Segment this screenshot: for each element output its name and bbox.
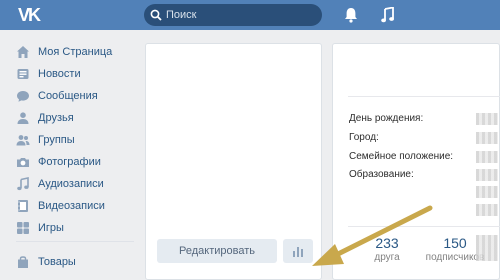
blurred-value	[476, 204, 498, 216]
sidebar-item-my-page[interactable]: Моя Страница	[16, 44, 136, 60]
sidebar-item-label: Аудиозаписи	[38, 178, 104, 190]
camera-icon	[17, 158, 29, 167]
info-label-birthday: День рождения:	[349, 113, 424, 124]
blurred-value	[476, 169, 498, 181]
home-icon	[17, 46, 29, 58]
music-note-icon	[17, 177, 29, 191]
sidebar-item-label: Друзья	[38, 112, 74, 124]
sidebar-item-label: Товары	[38, 256, 76, 268]
stats-button[interactable]	[283, 239, 313, 263]
sidebar-item-groups[interactable]: Группы	[16, 132, 136, 148]
sidebar-item-goods[interactable]: Товары	[16, 254, 136, 270]
sidebar-item-label: Моя Страница	[38, 46, 113, 58]
sidebar-item-label: Группы	[38, 134, 75, 146]
sidebar-item-friends[interactable]: Друзья	[16, 110, 136, 126]
news-icon	[17, 69, 29, 79]
sidebar-item-photos[interactable]: Фотографии	[16, 154, 136, 170]
blurred-value	[476, 132, 498, 144]
info-label-city: Город:	[349, 132, 379, 143]
sidebar-item-games[interactable]: Игры	[16, 220, 136, 236]
profile-info-card: День рождения: Город: Семейное положение…	[332, 43, 500, 280]
music-icon[interactable]	[381, 7, 394, 23]
sidebar-item-label: Фотографии	[38, 156, 101, 168]
friends-count-label: друга	[374, 252, 400, 263]
blurred-value	[476, 151, 498, 163]
info-divider	[348, 226, 500, 227]
sidebar-item-messages[interactable]: Сообщения	[16, 88, 136, 104]
shopping-bag-icon	[18, 256, 28, 268]
info-divider	[348, 96, 500, 97]
sidebar-item-label: Сообщения	[38, 90, 98, 102]
sidebar-item-news[interactable]: Новости	[16, 66, 136, 82]
info-label-education: Образование:	[349, 169, 414, 180]
friends-count: 233	[375, 235, 399, 251]
search-input[interactable]: Поиск	[166, 4, 196, 26]
profile-photo-card: Редактировать	[145, 43, 322, 280]
blurred-value	[476, 235, 498, 261]
top-header: VK Поиск	[0, 0, 500, 30]
blurred-value	[476, 186, 498, 198]
friends-icon	[17, 112, 29, 124]
edit-profile-button[interactable]: Редактировать	[157, 239, 277, 263]
bell-icon[interactable]	[344, 7, 358, 23]
friends-counter[interactable]: 233 друга	[357, 235, 417, 264]
games-icon	[17, 222, 29, 234]
sidebar-divider	[16, 241, 134, 242]
sidebar-item-videos[interactable]: Видеозаписи	[16, 198, 136, 214]
bar-chart-icon	[293, 247, 303, 257]
vk-logo[interactable]: VK	[18, 5, 48, 25]
video-icon	[18, 200, 28, 212]
search-box[interactable]: Поиск	[144, 4, 322, 26]
sidebar-item-label: Новости	[38, 68, 81, 80]
sidebar-item-label: Видеозаписи	[38, 200, 105, 212]
search-icon	[150, 9, 162, 21]
info-label-relationship: Семейное положение:	[349, 151, 454, 162]
sidebar-item-label: Игры	[38, 222, 64, 234]
messages-icon	[17, 91, 29, 102]
groups-icon	[16, 135, 30, 146]
sidebar-item-audio[interactable]: Аудиозаписи	[16, 176, 136, 192]
blurred-value	[476, 113, 498, 125]
